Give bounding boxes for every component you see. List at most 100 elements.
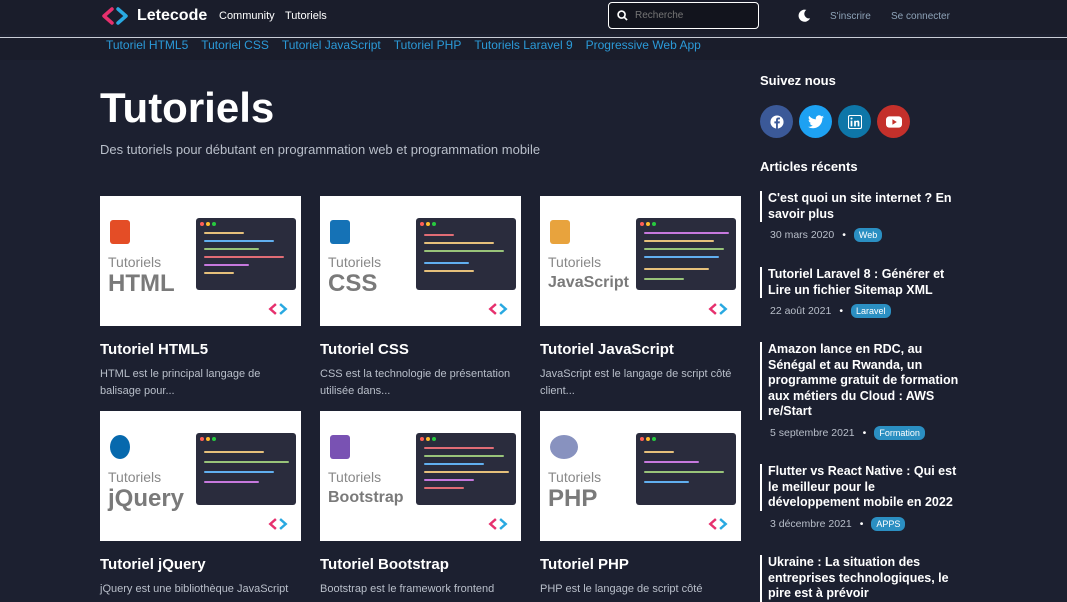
article-title[interactable]: Ukraine : La situation des entreprises t… xyxy=(760,555,960,602)
subnav-pwa[interactable]: Progressive Web App xyxy=(586,38,701,56)
article-title[interactable]: C'est quoi un site internet ? En savoir … xyxy=(760,191,960,222)
card-title[interactable]: Tutoriel JavaScript xyxy=(540,341,741,358)
letecode-mini-logo-icon xyxy=(488,518,508,530)
nav-community[interactable]: Community xyxy=(219,10,275,22)
article-item[interactable]: Amazon lance en RDC, au Sénégal et au Rw… xyxy=(760,342,960,440)
article-meta: 22 août 2021 • Laravel xyxy=(770,304,960,318)
twitter-icon xyxy=(807,114,824,128)
letecode-mini-logo-icon xyxy=(488,303,508,315)
card-thumbnail[interactable]: Tutoriels JavaScript xyxy=(540,196,741,326)
thumb-name: PHP xyxy=(548,485,598,512)
page-title: Tutoriels xyxy=(100,84,275,131)
signup-link[interactable]: S'inscrire xyxy=(830,11,871,22)
thumb-label: Tutoriels xyxy=(328,469,382,485)
article-tag[interactable]: Laravel xyxy=(851,304,891,318)
tutorial-card-javascript[interactable]: Tutoriels JavaScript Tutoriel JavaScript… xyxy=(540,196,741,400)
card-thumbnail[interactable]: Tutoriels CSS xyxy=(320,196,521,326)
article-meta: 3 décembre 2021 • APPS xyxy=(770,516,960,531)
facebook-button[interactable] xyxy=(760,105,793,138)
tutorial-card-html[interactable]: Tutoriels HTML Tutoriel HTML5 HTML est l… xyxy=(100,196,301,400)
article-tag[interactable]: Formation xyxy=(874,425,925,440)
subnav-laravel[interactable]: Tutoriels Laravel 9 xyxy=(474,38,572,56)
logo-icon xyxy=(101,6,129,26)
card-description: CSS est la technologie de présentation ut… xyxy=(320,368,511,397)
card-thumbnail[interactable]: Tutoriels PHP xyxy=(540,411,741,541)
article-date: 5 septembre 2021 xyxy=(770,426,855,439)
thumb-name: JavaScript xyxy=(548,274,629,291)
article-item[interactable]: Flutter vs React Native : Qui est le mei… xyxy=(760,464,960,531)
nav-tutoriels[interactable]: Tutoriels xyxy=(285,10,327,22)
code-window xyxy=(196,433,296,505)
javascript-logo-icon xyxy=(550,220,570,244)
html5-logo-icon xyxy=(110,220,130,244)
letecode-mini-logo-icon xyxy=(708,303,728,315)
tutorial-card-php[interactable]: Tutoriels PHP Tutoriel PHP PHP est le la… xyxy=(540,411,741,598)
card-title[interactable]: Tutoriel Bootstrap xyxy=(320,556,521,573)
code-window xyxy=(636,218,736,290)
card-title[interactable]: Tutoriel PHP xyxy=(540,556,741,573)
card-title[interactable]: Tutoriel HTML5 xyxy=(100,341,301,358)
linkedin-button[interactable] xyxy=(838,105,871,138)
article-item[interactable]: Tutoriel Laravel 8 : Générer et Lire un … xyxy=(760,267,960,318)
search-icon xyxy=(617,10,628,21)
brand-name: Letecode xyxy=(137,7,208,24)
code-window xyxy=(416,218,516,290)
subnav-html5[interactable]: Tutoriel HTML5 xyxy=(106,38,188,56)
code-window xyxy=(416,433,516,505)
php-elephant-icon xyxy=(550,435,578,459)
thumb-name: jQuery xyxy=(108,485,185,512)
thumb-label: Tutoriels xyxy=(548,469,602,485)
thumb-name: CSS xyxy=(328,270,378,297)
login-link[interactable]: Se connecter xyxy=(891,11,950,22)
thumb-label: Tutoriels xyxy=(328,254,382,270)
dark-mode-toggle-icon[interactable] xyxy=(798,9,811,22)
article-item[interactable]: C'est quoi un site internet ? En savoir … xyxy=(760,191,960,242)
article-title[interactable]: Amazon lance en RDC, au Sénégal et au Rw… xyxy=(760,342,960,420)
youtube-button[interactable] xyxy=(877,105,910,138)
card-description: PHP est le langage de script côté xyxy=(540,583,703,595)
card-thumbnail[interactable]: Tutoriels jQuery xyxy=(100,411,301,541)
article-date: 30 mars 2020 xyxy=(770,229,835,241)
letecode-mini-logo-icon xyxy=(708,518,728,530)
search-input[interactable] xyxy=(633,9,747,22)
code-window xyxy=(636,433,736,505)
thumb-label: Tutoriels xyxy=(108,254,162,270)
card-title[interactable]: Tutoriel jQuery xyxy=(100,556,301,573)
css3-logo-icon xyxy=(330,220,350,244)
page-subtitle: Des tutoriels pour débutant en programma… xyxy=(100,142,541,157)
linkedin-icon xyxy=(847,114,862,129)
article-title[interactable]: Tutoriel Laravel 8 : Générer et Lire un … xyxy=(760,267,960,298)
tutorial-card-jquery[interactable]: Tutoriels jQuery Tutoriel jQuery jQuery … xyxy=(100,411,301,598)
bootstrap-logo-icon xyxy=(330,435,350,459)
card-title[interactable]: Tutoriel CSS xyxy=(320,341,521,358)
twitter-button[interactable] xyxy=(799,105,832,138)
subnav-javascript[interactable]: Tutoriel JavaScript xyxy=(282,38,381,56)
tutorial-card-bootstrap[interactable]: Tutoriels Bootstrap Tutoriel Bootstrap B… xyxy=(320,411,521,598)
article-tag[interactable]: APPS xyxy=(871,516,906,531)
card-description: JavaScript est le langage de script côté… xyxy=(540,368,732,397)
article-meta: 30 mars 2020 • Web xyxy=(770,228,960,242)
article-item[interactable]: Ukraine : La situation des entreprises t… xyxy=(760,555,960,602)
card-description: jQuery est une bibliothèque JavaScript xyxy=(100,583,289,595)
search-box[interactable] xyxy=(608,2,759,29)
recent-articles-heading: Articles récents xyxy=(760,159,858,174)
article-title[interactable]: Flutter vs React Native : Qui est le mei… xyxy=(760,464,960,511)
thumb-name: Bootstrap xyxy=(328,489,404,506)
card-thumbnail[interactable]: Tutoriels Bootstrap xyxy=(320,411,521,541)
card-thumbnail[interactable]: Tutoriels HTML xyxy=(100,196,301,326)
article-tag[interactable]: Web xyxy=(853,228,883,242)
article-date: 22 août 2021 xyxy=(770,305,832,317)
thumb-name: HTML xyxy=(108,270,175,297)
follow-heading: Suivez nous xyxy=(760,73,836,88)
subnav-php[interactable]: Tutoriel PHP xyxy=(394,38,462,56)
youtube-icon xyxy=(885,115,902,128)
thumb-label: Tutoriels xyxy=(548,254,602,270)
article-date: 3 décembre 2021 xyxy=(770,517,852,530)
brand-logo[interactable]: Letecode xyxy=(101,6,207,26)
thumb-label: Tutoriels xyxy=(108,469,162,485)
subnav-css[interactable]: Tutoriel CSS xyxy=(201,38,269,56)
card-description: HTML est le principal langage de balisage… xyxy=(100,368,261,397)
code-window xyxy=(196,218,296,290)
article-meta: 5 septembre 2021 • Formation xyxy=(770,425,960,440)
tutorial-card-css[interactable]: Tutoriels CSS Tutoriel CSS CSS est la te… xyxy=(320,196,521,400)
